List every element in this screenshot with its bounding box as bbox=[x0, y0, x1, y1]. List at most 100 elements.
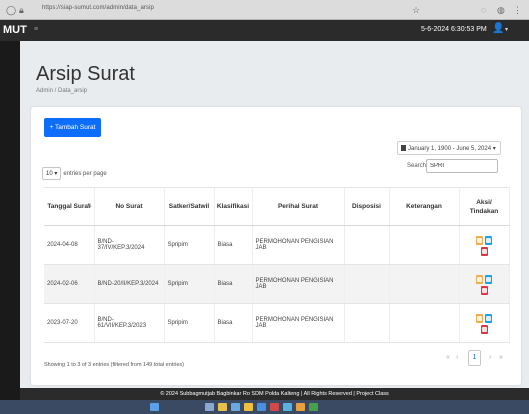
date-range-text: January 1, 1900 - June 5, 2024 ▾ bbox=[408, 146, 496, 152]
col-tanggal[interactable]: Tanggal Surat ⇅ bbox=[44, 187, 95, 226]
date-range-picker[interactable]: January 1, 1900 - June 5, 2024 ▾ bbox=[397, 141, 501, 155]
trash-icon bbox=[481, 326, 487, 332]
view-button[interactable] bbox=[485, 235, 492, 245]
sort-icon: ⇅ bbox=[87, 203, 92, 209]
first-page-button[interactable]: « bbox=[446, 354, 450, 361]
taskbar-app-icon[interactable] bbox=[218, 403, 227, 411]
taskbar-app-icon[interactable] bbox=[257, 403, 266, 411]
taskbar-app-icon[interactable] bbox=[205, 403, 214, 411]
cell-perihal: PERMOHONAN PENGISIAN JAB bbox=[252, 264, 345, 304]
table-row: 2024-02-06 B/ND-20/II/KEP.3/2024 Spripim… bbox=[44, 264, 510, 304]
file-icon bbox=[486, 276, 491, 282]
navbar-datetime: 5-6-2024 6:30:53 PM bbox=[421, 26, 487, 33]
archive-table: Tanggal Surat ⇅ No Surat Satker/Satwil Kl… bbox=[44, 187, 510, 343]
table-row: 2024-04-08 B/ND-37/IV/KEP.3/2024 Spripim… bbox=[44, 225, 510, 265]
taskbar-app-icon[interactable] bbox=[270, 403, 279, 411]
prev-page-button[interactable]: ‹ bbox=[456, 354, 458, 361]
profile-icon[interactable]: ◍ bbox=[497, 4, 505, 16]
col-aksi: Aksi/ Tindakan bbox=[459, 187, 510, 226]
edit-icon bbox=[477, 315, 482, 321]
edit-button[interactable] bbox=[476, 235, 483, 245]
edit-button[interactable] bbox=[476, 274, 483, 284]
cell-keterangan bbox=[389, 264, 460, 304]
calendar-icon bbox=[401, 145, 406, 151]
col-no-surat[interactable]: No Surat bbox=[94, 187, 165, 226]
user-icon[interactable]: 👤 bbox=[492, 23, 504, 34]
taskbar-app-icon[interactable] bbox=[283, 403, 292, 411]
edit-icon bbox=[477, 276, 482, 282]
extension-icon[interactable]: ◌ bbox=[481, 4, 486, 16]
trash-icon bbox=[481, 287, 487, 293]
col-disposisi[interactable]: Disposisi bbox=[344, 187, 390, 226]
trash-icon bbox=[481, 248, 487, 254]
view-button[interactable] bbox=[485, 274, 492, 284]
col-keterangan[interactable]: Keterangan bbox=[389, 187, 460, 226]
cell-actions bbox=[459, 264, 510, 304]
next-page-button[interactable]: › bbox=[489, 354, 491, 361]
cell-klasifikasi: Biasa bbox=[214, 264, 253, 304]
cell-disposisi bbox=[344, 264, 390, 304]
breadcrumb: Admin / Data_arsip bbox=[36, 88, 88, 94]
table-info: Showing 1 to 3 of 3 entries (filtered fr… bbox=[44, 362, 185, 368]
cell-no-surat: B/ND-61/VII/KEP.3/2023 bbox=[94, 303, 165, 343]
delete-button[interactable] bbox=[480, 324, 488, 334]
cell-keterangan bbox=[389, 303, 460, 343]
cell-perihal: PERMOHONAN PENGISIAN JAB bbox=[252, 225, 345, 265]
delete-button[interactable] bbox=[480, 285, 488, 295]
cell-satker: Spripim bbox=[164, 225, 215, 265]
chevron-down-icon[interactable]: ▾ bbox=[505, 26, 508, 33]
search-input[interactable] bbox=[426, 159, 498, 173]
delete-button[interactable] bbox=[480, 246, 488, 256]
last-page-button[interactable]: » bbox=[499, 354, 503, 361]
col-satker[interactable]: Satker/Satwil bbox=[164, 187, 215, 226]
star-icon[interactable]: ☆ bbox=[412, 4, 420, 16]
table-header-row: Tanggal Surat ⇅ No Surat Satker/Satwil Kl… bbox=[44, 187, 510, 226]
chevron-down-icon: ▾ bbox=[54, 171, 58, 177]
taskbar-app-icon[interactable] bbox=[296, 403, 305, 411]
cell-no-surat: B/ND-20/II/KEP.3/2024 bbox=[94, 264, 165, 304]
search-label: Search: bbox=[407, 163, 428, 169]
edit-icon bbox=[477, 237, 482, 243]
taskbar-app-icon[interactable] bbox=[309, 403, 318, 411]
page-title: Arsip Surat bbox=[36, 63, 135, 85]
cell-tanggal: 2023-07-20 bbox=[44, 303, 95, 343]
menu-icon[interactable]: ⋮ bbox=[513, 4, 522, 16]
entries-select[interactable]: 10 ▾ bbox=[42, 167, 62, 180]
cell-keterangan bbox=[389, 225, 460, 265]
view-button[interactable] bbox=[485, 313, 492, 323]
screen: ◯ 🔒︎ https://siap-sumut.com/admin/data_a… bbox=[0, 0, 529, 414]
cell-satker: Spripim bbox=[164, 303, 215, 343]
file-icon bbox=[486, 315, 491, 321]
cell-actions bbox=[459, 303, 510, 343]
brand-text[interactable]: MUT bbox=[3, 24, 27, 36]
taskbar-app-icon[interactable] bbox=[244, 403, 253, 411]
os-taskbar bbox=[0, 400, 529, 414]
cell-satker: Spripim bbox=[164, 264, 215, 304]
cell-disposisi bbox=[344, 303, 390, 343]
archive-card: + Tambah Surat January 1, 1900 - June 5,… bbox=[31, 107, 521, 385]
table-row: 2023-07-20 B/ND-61/VII/KEP.3/2023 Spripi… bbox=[44, 303, 510, 343]
cell-disposisi bbox=[344, 225, 390, 265]
file-icon bbox=[486, 237, 491, 243]
menu-toggle-icon[interactable]: ≡ bbox=[34, 26, 38, 33]
app-navbar: MUT ≡ 5-6-2024 6:30:53 PM 👤 ▾ bbox=[0, 20, 529, 41]
add-letter-button[interactable]: + Tambah Surat bbox=[44, 118, 101, 137]
browser-toolbar: ◯ 🔒︎ https://siap-sumut.com/admin/data_a… bbox=[0, 0, 529, 20]
col-klasifikasi[interactable]: Klasifikasi bbox=[214, 187, 253, 226]
edit-button[interactable] bbox=[476, 313, 483, 323]
entries-control: 10 ▾ entries per page bbox=[42, 167, 107, 180]
entries-label: entries per page bbox=[63, 171, 107, 177]
cell-perihal: PERMOHONAN PENGISIAN JAB bbox=[252, 303, 345, 343]
taskbar-app-icon[interactable] bbox=[231, 403, 240, 411]
cell-actions bbox=[459, 225, 510, 265]
page-1-button[interactable]: 1 bbox=[468, 350, 481, 366]
back-icon[interactable]: ◯ bbox=[6, 4, 16, 16]
main-content: Arsip Surat Admin / Data_arsip + Tambah … bbox=[20, 41, 529, 388]
footer: © 2024 Subbagmutjab Bagbinkar Ro SDM Pol… bbox=[20, 388, 529, 400]
taskbar-app-icon[interactable] bbox=[150, 403, 159, 411]
address-bar[interactable]: https://siap-sumut.com/admin/data_arsip bbox=[42, 5, 154, 11]
cell-klasifikasi: Biasa bbox=[214, 303, 253, 343]
cell-no-surat: B/ND-37/IV/KEP.3/2024 bbox=[94, 225, 165, 265]
lock-icon: 🔒︎ bbox=[19, 5, 24, 15]
col-perihal[interactable]: Perihal Surat bbox=[252, 187, 345, 226]
